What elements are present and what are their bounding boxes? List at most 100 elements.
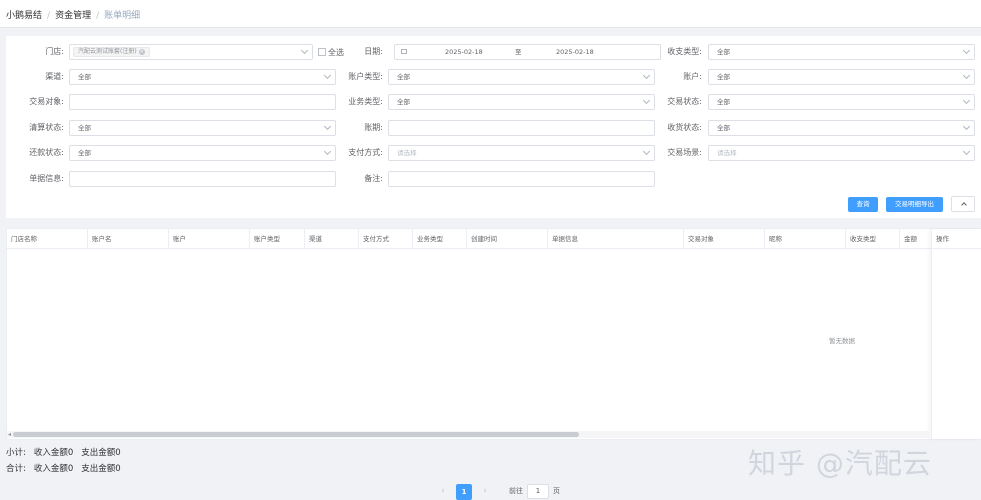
chevron-left-icon[interactable]: ‹ <box>436 484 450 499</box>
goto-label: 前往 <box>509 487 523 495</box>
account-value: 全部 <box>717 73 730 81</box>
fixed-action-column: 操作 <box>931 229 981 439</box>
date-range-picker[interactable]: 2025-02-18 至 2025-02-18 <box>394 44 661 60</box>
income-type-select[interactable]: 全部 <box>708 44 975 60</box>
trade-object-input[interactable] <box>69 94 336 110</box>
trade-status-select[interactable]: 全部 <box>708 94 975 110</box>
chevron-down-icon <box>962 147 971 156</box>
receive-status-value: 全部 <box>717 124 730 132</box>
doc-info-input[interactable] <box>69 171 336 187</box>
income-type-value: 全部 <box>717 48 730 56</box>
store-tag: 汽配云测试账套(注册) × <box>73 47 150 57</box>
column-header[interactable]: 交易对象 <box>684 229 765 249</box>
repay-status-label: 还款状态: <box>29 148 64 157</box>
chevron-down-icon <box>962 46 971 55</box>
trade-object-label: 交易对象: <box>29 97 64 106</box>
chevron-down-icon <box>300 46 309 55</box>
column-header[interactable]: 账户类型 <box>250 229 305 249</box>
column-header[interactable]: 收支类型 <box>846 229 900 249</box>
tag-close-icon[interactable]: × <box>138 49 145 55</box>
business-type-label: 业务类型: <box>348 97 383 106</box>
clear-status-value: 全部 <box>78 124 91 132</box>
column-header[interactable]: 账户名 <box>88 229 169 249</box>
pay-method-label: 支付方式: <box>348 148 383 157</box>
total-row: 合计: 收入金额0 支出金额0 <box>6 462 129 474</box>
remark-label: 备注: <box>364 174 383 183</box>
column-header[interactable]: 业务类型 <box>413 229 467 249</box>
period-label: 账期: <box>364 123 383 132</box>
column-header-actions: 操作 <box>932 229 981 249</box>
watermark: 知乎 @汽配云 <box>748 447 932 480</box>
clear-status-select[interactable]: 全部 <box>69 120 336 136</box>
chevron-down-icon <box>962 96 971 105</box>
channel-label: 渠道: <box>45 72 64 81</box>
scrollbar-thumb[interactable] <box>13 432 579 437</box>
doc-info-label: 单据信息: <box>29 174 64 183</box>
business-type-select[interactable]: 全部 <box>388 94 655 110</box>
export-button[interactable]: 交易明细导出 <box>886 197 943 212</box>
date-separator: 至 <box>515 48 522 56</box>
breadcrumb-separator: / <box>96 11 100 21</box>
chevron-down-icon <box>962 122 971 131</box>
calendar-icon <box>401 49 407 54</box>
pay-method-select[interactable]: 请选择 <box>388 145 655 161</box>
horizontal-scrollbar[interactable]: ◂ <box>7 431 931 438</box>
trade-scene-select[interactable]: 请选择 <box>708 145 975 161</box>
business-type-value: 全部 <box>397 98 410 106</box>
column-header[interactable]: 门店名称 <box>7 229 88 249</box>
remark-input[interactable] <box>388 171 655 187</box>
clear-status-label: 清算状态: <box>29 123 64 132</box>
store-label: 门店: <box>45 47 64 56</box>
subtotal-label: 小计: <box>6 448 26 458</box>
checkbox-box[interactable] <box>318 48 326 56</box>
breadcrumb-item-current: 账单明细 <box>104 11 141 21</box>
channel-value: 全部 <box>78 73 91 81</box>
data-table: 门店名称 账户名 账户 账户类型 渠道 支付方式 业务类型 创建时间 单据信息 … <box>6 228 981 440</box>
account-type-label: 账户类型: <box>348 72 383 81</box>
account-type-select[interactable]: 全部 <box>388 69 655 85</box>
trade-status-label: 交易状态: <box>667 97 702 106</box>
column-header[interactable]: 昵称 <box>765 229 846 249</box>
top-bar: 小鹅易结 / 资金管理 / 账单明细 <box>0 0 981 28</box>
subtotal-expense: 支出金额0 <box>81 448 121 458</box>
account-select[interactable]: 全部 <box>708 69 975 85</box>
table-header: 门店名称 账户名 账户 账户类型 渠道 支付方式 业务类型 创建时间 单据信息 … <box>7 229 981 249</box>
period-input[interactable] <box>388 120 655 136</box>
store-tag-text: 汽配云测试账套(注册) <box>78 48 137 55</box>
date-end[interactable]: 2025-02-18 <box>556 45 594 59</box>
trade-status-value: 全部 <box>717 98 730 106</box>
repay-status-value: 全部 <box>78 149 91 157</box>
total-expense: 支出金额0 <box>81 464 121 474</box>
store-select[interactable]: 汽配云测试账套(注册) × <box>69 44 313 60</box>
column-header[interactable]: 单据信息 <box>548 229 684 249</box>
collapse-button[interactable] <box>951 196 975 212</box>
column-header[interactable]: 金额 <box>900 229 931 249</box>
repay-status-select[interactable]: 全部 <box>69 145 336 161</box>
goto-page-input[interactable]: 1 <box>527 484 549 499</box>
filter-panel: 门店: 汽配云测试账套(注册) × 全选 日期: 2025-02-18 至 202… <box>6 36 981 218</box>
page-current[interactable]: 1 <box>456 484 472 500</box>
chevron-right-icon[interactable]: › <box>478 484 492 499</box>
column-header[interactable]: 创建时间 <box>467 229 548 249</box>
scroll-left-icon[interactable]: ◂ <box>8 431 11 438</box>
receive-status-select[interactable]: 全部 <box>708 120 975 136</box>
page-suffix: 页 <box>553 487 560 495</box>
column-header[interactable]: 渠道 <box>305 229 359 249</box>
breadcrumb-separator: / <box>47 11 51 21</box>
account-type-value: 全部 <box>397 73 410 81</box>
breadcrumb-item-funds[interactable]: 资金管理 <box>55 11 91 21</box>
account-label: 账户: <box>683 72 702 81</box>
total-label: 合计: <box>6 464 26 474</box>
trade-scene-placeholder: 请选择 <box>717 149 737 157</box>
breadcrumb-item-root[interactable]: 小鹅易结 <box>6 11 42 21</box>
breadcrumb: 小鹅易结 / 资金管理 / 账单明细 <box>6 8 140 21</box>
date-start[interactable]: 2025-02-18 <box>445 45 483 59</box>
column-header[interactable]: 支付方式 <box>359 229 413 249</box>
query-button[interactable]: 查询 <box>848 197 878 212</box>
column-header[interactable]: 账户 <box>169 229 250 249</box>
income-type-label: 收支类型: <box>667 47 702 56</box>
channel-select[interactable]: 全部 <box>69 69 336 85</box>
subtotal-income: 收入金额0 <box>33 448 74 458</box>
chevron-up-icon <box>961 202 967 208</box>
empty-state-text: 暂无数据 <box>829 337 855 345</box>
